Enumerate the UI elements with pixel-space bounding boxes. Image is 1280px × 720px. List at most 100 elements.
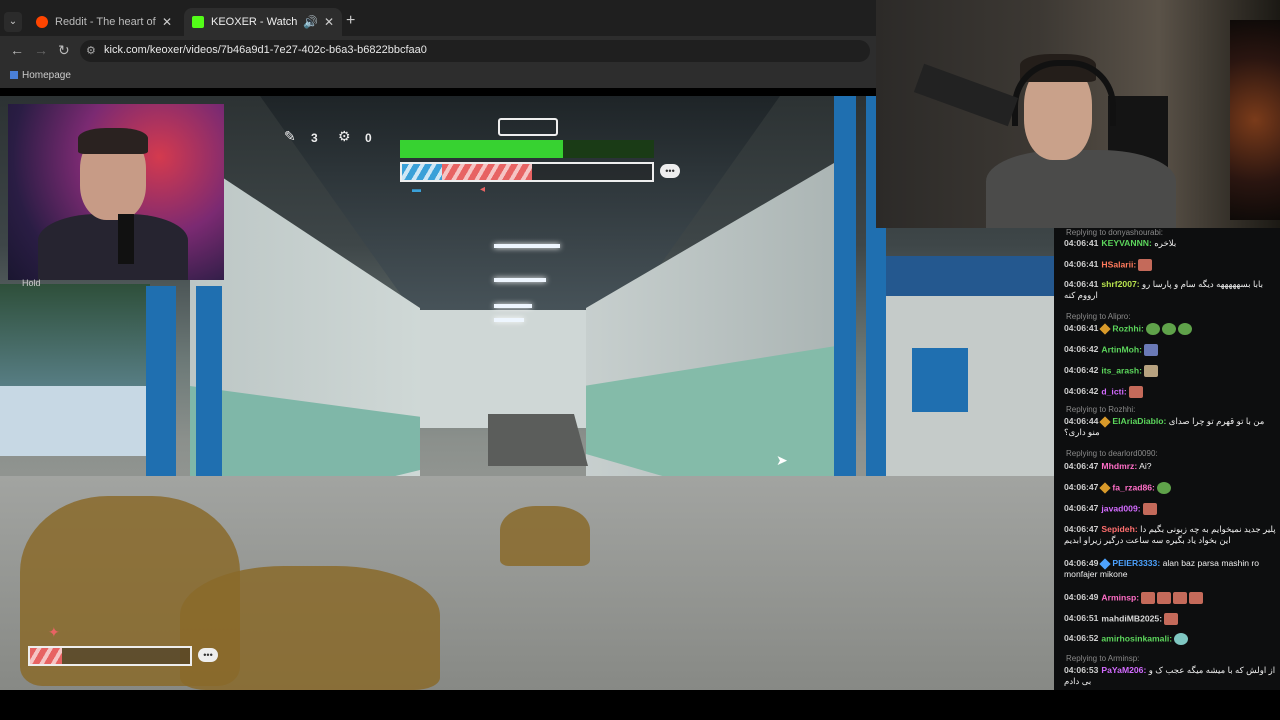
msg-user[interactable]: KEYVANNN: (1101, 238, 1151, 248)
chat-message: 04:06:49 Arminsp: (1064, 592, 1276, 604)
close-tab-icon[interactable]: ✕ (324, 15, 334, 29)
ceiling-lamp (494, 278, 546, 282)
msg-time: 04:06:47 (1064, 461, 1099, 471)
msg-user[interactable]: amirhosinkamali: (1101, 633, 1172, 643)
msg-user[interactable]: Rozhhi: (1112, 323, 1144, 333)
msg-time: 04:06:42 (1064, 344, 1099, 355)
site-info-icon[interactable]: ⚙ (86, 44, 96, 57)
ceiling-lamp (494, 304, 532, 308)
msg-text: بلاخره (1154, 238, 1177, 248)
chat-message: 04:06:47 javad009: (1064, 503, 1276, 515)
msg-user[interactable]: HSalarii: (1101, 259, 1136, 269)
msg-user[interactable]: javad009: (1101, 503, 1140, 513)
close-tab-icon[interactable]: ✕ (162, 15, 172, 29)
item1-count: 3 (311, 131, 318, 145)
item2-count: 0 (365, 131, 372, 145)
msg-user[interactable]: Mhdmrz: (1101, 461, 1137, 471)
emote-icon (1173, 592, 1188, 604)
msg-user[interactable]: shrf2007: (1101, 279, 1139, 289)
msg-time: 04:06:41 (1064, 323, 1099, 334)
person-hair (78, 128, 148, 154)
msg-user[interactable]: its_arash: (1101, 365, 1142, 375)
msg-user[interactable]: PEIER3333: (1112, 558, 1160, 568)
speaker-icon[interactable]: 🔊 (303, 15, 318, 29)
dry-grass (180, 566, 440, 690)
msg-user[interactable]: Sepideh: (1101, 524, 1137, 534)
snow-ground (0, 386, 150, 456)
msg-time: 04:06:47 (1064, 524, 1099, 534)
address-bar[interactable]: ⚙ kick.com/keoxer/videos/7b46a9d1-7e27-4… (80, 40, 870, 62)
bookmark-homepage[interactable]: Homepage (10, 70, 71, 81)
chat-message: 04:06:53 PaYaM206: از اولش که با میشه میگ… (1064, 665, 1276, 687)
msg-text: Ai? (1139, 461, 1152, 471)
person-body (38, 214, 188, 280)
back-icon[interactable]: ← (10, 42, 24, 58)
warning-icon: ◂ (480, 184, 486, 195)
vehicle-health-fill (400, 140, 563, 158)
bookmark-label: Homepage (22, 70, 71, 81)
bookmark-icon (10, 71, 18, 80)
reddit-favicon-icon (36, 16, 48, 28)
microphone-arm (913, 63, 1019, 127)
msg-time: 04:06:49 (1064, 592, 1099, 603)
forward-icon[interactable]: → (34, 42, 48, 58)
msg-user[interactable]: PaYaM206: (1101, 665, 1146, 675)
streamer-webcam (8, 104, 224, 280)
emote-icon (1177, 323, 1192, 335)
tab-search-button[interactable]: ⌄ (4, 12, 22, 32)
chat-message: 04:06:51 mahdiMB2025: (1064, 613, 1276, 625)
building-window (912, 348, 968, 412)
msg-user[interactable]: ArtinMoh: (1101, 344, 1142, 354)
msg-time: 04:06:41 (1064, 279, 1099, 289)
wrench-icon: ✎ (284, 128, 296, 144)
mouse-cursor-icon: ➤ (776, 452, 788, 468)
msg-user[interactable]: fa_rzad86: (1112, 482, 1155, 492)
reply-context: Replying to Rozhhi: (1066, 405, 1136, 414)
viewer-webcam (876, 0, 1280, 228)
chat-message: 04:06:41 HSalarii: (1064, 259, 1276, 271)
msg-user[interactable]: Arminsp: (1101, 592, 1139, 602)
badge-icon (1099, 416, 1112, 428)
chat-message: 04:06:47 Sepideh: پلیر جدید نمیخوایم به چ… (1064, 524, 1276, 546)
tab-reddit[interactable]: Reddit - The heart of the internet ✕ (28, 8, 180, 36)
player-health-bar (28, 646, 192, 666)
letterbox-bottom (0, 690, 1280, 720)
emote-icon (1138, 259, 1153, 271)
tab-kick[interactable]: KEOXER - Watch the VOD on Kick 🔊 ✕ (184, 8, 342, 36)
msg-time: 04:06:49 (1064, 558, 1099, 568)
chat-message: 04:06:42 d_icti: (1064, 386, 1276, 398)
badge-icon (1099, 323, 1112, 335)
boost-icon: ▬ (412, 184, 421, 194)
tab-title: KEOXER - Watch the VOD on Kick (211, 16, 297, 28)
msg-user[interactable]: d_icti: (1101, 386, 1126, 396)
christmas-tree (1230, 20, 1280, 220)
emote-icon (1161, 323, 1176, 335)
microphone (118, 214, 134, 264)
msg-user[interactable]: ElAriaDiablo: (1112, 416, 1166, 426)
reply-context: Replying to Alipro: (1066, 312, 1131, 321)
chat-panel: Replying to donyashourabi: 04:06:41 KEYVA… (1054, 228, 1280, 690)
boost-blue-fill (402, 164, 442, 180)
msg-time: 04:06:42 (1064, 386, 1099, 397)
headset (1012, 60, 1116, 126)
chat-message: 04:06:42 its_arash: (1064, 365, 1276, 377)
emote-icon (1143, 344, 1158, 356)
chat-message: 04:06:52 amirhosinkamali: (1064, 633, 1276, 645)
repair-pit (488, 414, 588, 466)
chat-message: 04:06:49 PEIER3333: alan baz parsa mashin… (1064, 558, 1276, 580)
badge-icon (1099, 482, 1112, 494)
msg-user[interactable]: mahdiMB2025: (1101, 613, 1162, 623)
person-body (986, 150, 1176, 228)
emote-icon (1142, 503, 1157, 515)
msg-time: 04:06:41 (1064, 259, 1099, 270)
emote-icon (1164, 613, 1179, 625)
emote-icon (1189, 592, 1204, 604)
hold-hint: Hold (22, 278, 41, 288)
new-tab-button[interactable]: + (346, 12, 355, 30)
emote-icon (1174, 633, 1189, 645)
chat-message: 04:06:41 shrf2007: بابا بسهههههه دیگه سام… (1064, 279, 1276, 301)
reply-context: Replying to Arminsp: (1066, 654, 1140, 663)
reload-icon[interactable]: ↻ (58, 42, 70, 59)
ceiling-lamp (494, 318, 524, 322)
browser-toolbar: ← → ↻ ⚙ kick.com/keoxer/videos/7b46a9d1-… (0, 36, 876, 66)
